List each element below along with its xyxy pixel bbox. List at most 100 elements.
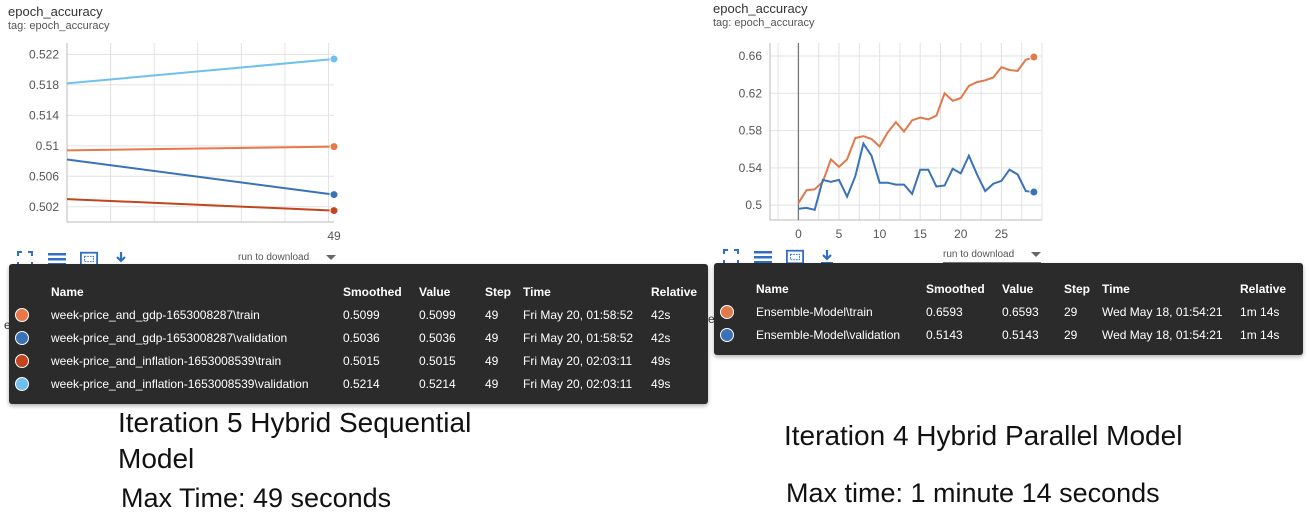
row-time: Wed May 18, 01:54:21: [1102, 304, 1223, 319]
col-value: Value: [1002, 281, 1034, 296]
chart-title: epoch_accuracy: [713, 1, 808, 16]
left-max-time: Max Time: 49 seconds: [121, 483, 392, 513]
tooltip-table-left: Name Smoothed Value Step Time Relative w…: [9, 264, 708, 404]
row-time: Fri May 20, 01:58:52: [523, 330, 634, 345]
col-relative: Relative: [1240, 281, 1287, 296]
left-caption-line-2: Model: [118, 443, 195, 475]
row-time: Wed May 18, 01:54:21: [1102, 327, 1223, 342]
row-relative: 49s: [651, 376, 671, 391]
chart-tag: tag: epoch_accuracy: [713, 17, 815, 29]
series-line: [66, 145, 335, 152]
row-smoothed: 0.5214: [343, 376, 380, 391]
x-tick-label: 25: [995, 227, 1009, 241]
y-tick-label: 0.514: [29, 108, 59, 122]
table-header-row: Name Smoothed Value Step Time Relative: [9, 280, 703, 303]
grid: [770, 43, 1043, 220]
col-step: Step: [485, 284, 512, 299]
y-tick-label: 0.62: [739, 86, 763, 100]
series-end-point: [1029, 187, 1039, 197]
x-tick-label: 10: [873, 227, 887, 241]
table-row: week-price_and_inflation-1653008539\trai…: [9, 349, 703, 372]
table-row: week-price_and_gdp-1653008287\validation…: [9, 326, 703, 349]
series-end-point: [1029, 52, 1039, 62]
row-relative: 1m 14s: [1240, 304, 1280, 319]
row-relative: 42s: [651, 307, 671, 322]
series-end-point: [329, 206, 339, 216]
tooltip-table-right: Name Smoothed Value Step Time Relative E…: [714, 263, 1303, 355]
y-tick-label: 0.506: [29, 169, 59, 183]
row-name: Ensemble-Model\train: [756, 304, 873, 319]
y-tick-label: 0.522: [29, 47, 59, 61]
row-name: Ensemble-Model\validation: [756, 327, 901, 342]
series-end-point: [329, 54, 339, 64]
chart-title: epoch_accuracy: [8, 4, 103, 19]
row-step: 49: [485, 307, 499, 322]
y-tick-label: 0.54: [739, 161, 763, 175]
left-panel: epoch_accuracy tag: epoch_accuracy 0.502…: [0, 0, 712, 515]
series-color-dot: [15, 353, 29, 368]
row-time: Fri May 20, 02:03:11: [523, 353, 633, 368]
col-name: Name: [756, 281, 789, 296]
row-value: 0.5015: [419, 353, 456, 368]
x-tick-label: 49: [327, 229, 341, 243]
row-relative: 42s: [651, 330, 671, 345]
col-name: Name: [51, 284, 84, 299]
row-time: Fri May 20, 02:03:11: [523, 376, 633, 391]
series-color-dot: [15, 376, 29, 391]
chevron-down-icon: [1031, 252, 1041, 257]
row-name: week-price_and_inflation-1653008539\vali…: [51, 376, 309, 391]
run-to-download-label: run to download: [238, 252, 310, 263]
right-max-time: Max time: 1 minute 14 seconds: [786, 478, 1160, 508]
accuracy-chart-left[interactable]: 0.502 0.506 0.51 0.514 0.518 0.522 49: [0, 35, 345, 245]
col-time: Time: [523, 284, 551, 299]
col-relative: Relative: [651, 284, 698, 299]
row-smoothed: 0.5099: [343, 307, 380, 322]
left-caption-line-1: Iteration 5 Hybrid Sequential: [118, 407, 472, 438]
col-value: Value: [419, 284, 451, 299]
run-to-download-select[interactable]: run to download: [943, 249, 1041, 263]
grid: [66, 43, 334, 222]
series-line: [66, 58, 335, 85]
row-value: 0.5036: [419, 330, 456, 345]
y-tick-label: 0.58: [739, 124, 763, 138]
accuracy-chart-right[interactable]: 0.5 0.54 0.58 0.62 0.66 0 5 10 15 20 25: [712, 35, 1057, 245]
row-relative: 1m 14s: [1240, 327, 1280, 342]
table-header-row: Name Smoothed Value Step Time Relative: [714, 277, 1292, 300]
row-smoothed: 0.6593: [926, 304, 963, 319]
row-time: Fri May 20, 01:58:52: [523, 307, 634, 322]
row-value: 0.5214: [419, 376, 456, 391]
series-color-dot: [720, 327, 734, 342]
series-color-dot: [15, 307, 29, 322]
right-panel: epoch_accuracy tag: epoch_accuracy 0.5 0.…: [708, 0, 1310, 515]
row-name: week-price_and_gdp-1653008287\train: [51, 307, 260, 322]
y-tick-label: 0.5: [745, 198, 762, 212]
row-step: 29: [1064, 304, 1078, 319]
table-row: Ensemble-Model\validation 0.5143 0.5143 …: [714, 323, 1292, 346]
series-line: [66, 158, 335, 196]
table-row: week-price_and_gdp-1653008287\train 0.50…: [9, 303, 703, 326]
table-row: week-price_and_inflation-1653008539\vali…: [9, 372, 703, 395]
row-step: 49: [485, 353, 499, 368]
y-tick-label: 0.51: [36, 139, 60, 153]
series-color-dot: [720, 304, 734, 319]
x-tick-label: 0: [795, 227, 802, 241]
row-step: 29: [1064, 327, 1078, 342]
row-name: week-price_and_inflation-1653008539\trai…: [51, 353, 282, 368]
y-tick-label: 0.502: [29, 200, 59, 214]
right-caption: Iteration 4 Hybrid Parallel Model: [784, 420, 1183, 451]
row-smoothed: 0.5015: [343, 353, 380, 368]
series-color-dot: [15, 330, 29, 345]
table-row: Ensemble-Model\train 0.6593 0.6593 29 We…: [714, 300, 1292, 323]
row-value: 0.6593: [1002, 304, 1039, 319]
x-tick-label: 5: [836, 227, 843, 241]
series-line: [798, 141, 1035, 211]
chart-tag: tag: epoch_accuracy: [8, 20, 110, 32]
row-name: week-price_and_gdp-1653008287\validation: [51, 330, 288, 345]
left-caption: Iteration 5 Hybrid Sequential Model: [118, 405, 471, 478]
run-to-download-label: run to download: [943, 249, 1015, 260]
y-tick-label: 0.66: [739, 49, 763, 63]
col-smoothed: Smoothed: [343, 284, 402, 299]
series-end-point: [329, 142, 339, 152]
x-tick-label: 20: [954, 227, 968, 241]
row-step: 49: [485, 330, 499, 345]
